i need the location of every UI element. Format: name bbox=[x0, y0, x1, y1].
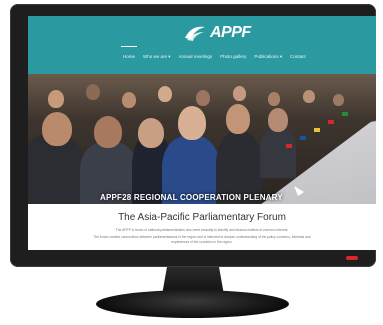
intro-section: The Asia-Pacific Parliamentary Forum The… bbox=[28, 204, 376, 250]
nav-home[interactable]: Home bbox=[120, 46, 138, 60]
hero-caption: APPF28 REGIONAL COOPERATION PLENARY bbox=[100, 193, 283, 202]
nav-photo-gallery[interactable]: Photo gallery bbox=[220, 54, 246, 60]
logo-text: APPF bbox=[210, 24, 251, 41]
power-led bbox=[346, 256, 358, 260]
monitor-frame: APPF Home Who we are ▾ Annual meetings P… bbox=[10, 4, 376, 267]
site-header: APPF Home Who we are ▾ Annual meetings P… bbox=[28, 16, 376, 74]
intro-paragraph-1: The APPF is forum of national parliament… bbox=[115, 228, 289, 232]
chevron-down-icon[interactable] bbox=[292, 184, 310, 198]
page-title: The Asia-Pacific Parliamentary Forum bbox=[118, 212, 286, 223]
nav-publications[interactable]: Publications ▾ bbox=[254, 54, 282, 60]
main-nav: Home Who we are ▾ Annual meetings Photo … bbox=[120, 46, 306, 60]
nav-annual-meetings[interactable]: Annual meetings bbox=[179, 54, 213, 60]
swoosh-logo-icon bbox=[185, 26, 205, 41]
hero-photo: APPF28 REGIONAL COOPERATION PLENARY bbox=[28, 74, 376, 204]
monitor-stand-base bbox=[96, 290, 289, 318]
intro-paragraph-2: The forum creates connections between pa… bbox=[93, 235, 311, 244]
site-logo[interactable]: APPF bbox=[183, 22, 251, 44]
nav-contact[interactable]: Contact bbox=[290, 54, 306, 60]
monitor-screen: APPF Home Who we are ▾ Annual meetings P… bbox=[28, 16, 376, 250]
nav-who-we-are[interactable]: Who we are ▾ bbox=[143, 54, 171, 60]
